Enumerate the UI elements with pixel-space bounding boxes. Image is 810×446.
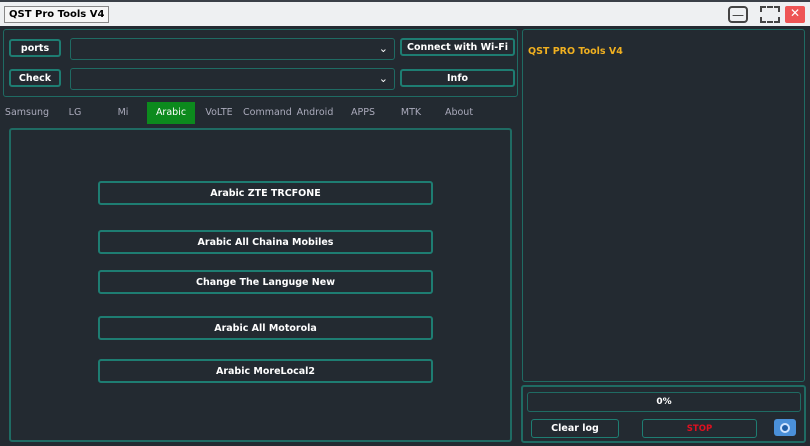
minimize-button[interactable]: — xyxy=(728,6,748,23)
tab-mi[interactable]: Mi xyxy=(99,102,147,124)
progress-bar: 0% xyxy=(527,392,801,412)
ports-button[interactable]: ports xyxy=(9,39,61,57)
close-button[interactable]: ✕ xyxy=(785,6,805,23)
tab-command[interactable]: Command xyxy=(243,102,292,124)
connect-wifi-button[interactable]: Connect with Wi-Fi xyxy=(400,38,515,56)
stop-button[interactable]: STOP xyxy=(642,419,757,438)
tab-samsung[interactable]: Samsung xyxy=(3,102,51,124)
title-bar: QST Pro Tools V4 — ✕ xyxy=(0,0,810,26)
tab-apps[interactable]: APPS xyxy=(339,102,387,124)
tab-lg[interactable]: LG xyxy=(51,102,99,124)
check-button[interactable]: Check xyxy=(9,69,61,87)
tab-arabic[interactable]: Arabic xyxy=(147,102,195,124)
chevron-down-icon: ⌄ xyxy=(378,72,388,85)
ports-dropdown[interactable]: ⌄ xyxy=(70,38,395,60)
arabic-zte-trcfone-button[interactable]: Arabic ZTE TRCFONE xyxy=(98,181,433,205)
change-language-button[interactable]: Change The Languge New xyxy=(98,270,433,294)
tab-about[interactable]: About xyxy=(435,102,483,124)
tab-mtk[interactable]: MTK xyxy=(387,102,435,124)
camera-icon[interactable] xyxy=(774,419,796,436)
tab-volte[interactable]: VoLTE xyxy=(195,102,243,124)
clear-log-button[interactable]: Clear log xyxy=(531,419,619,438)
arabic-morelocal2-button[interactable]: Arabic MoreLocal2 xyxy=(98,359,433,383)
maximize-button[interactable] xyxy=(760,6,780,23)
tab-android[interactable]: Android xyxy=(291,102,339,124)
window-title: QST Pro Tools V4 xyxy=(4,6,110,23)
arabic-all-chaina-button[interactable]: Arabic All Chaina Mobiles xyxy=(98,230,433,254)
device-dropdown[interactable]: ⌄ xyxy=(70,68,395,90)
tab-bar: Samsung LG Mi Arabic VoLTE Command Andro… xyxy=(3,102,483,124)
info-button[interactable]: Info xyxy=(400,69,515,87)
log-text: QST PRO Tools V4 xyxy=(528,46,623,57)
arabic-all-motorola-button[interactable]: Arabic All Motorola xyxy=(98,316,433,340)
log-panel xyxy=(522,29,805,382)
chevron-down-icon: ⌄ xyxy=(378,42,388,55)
